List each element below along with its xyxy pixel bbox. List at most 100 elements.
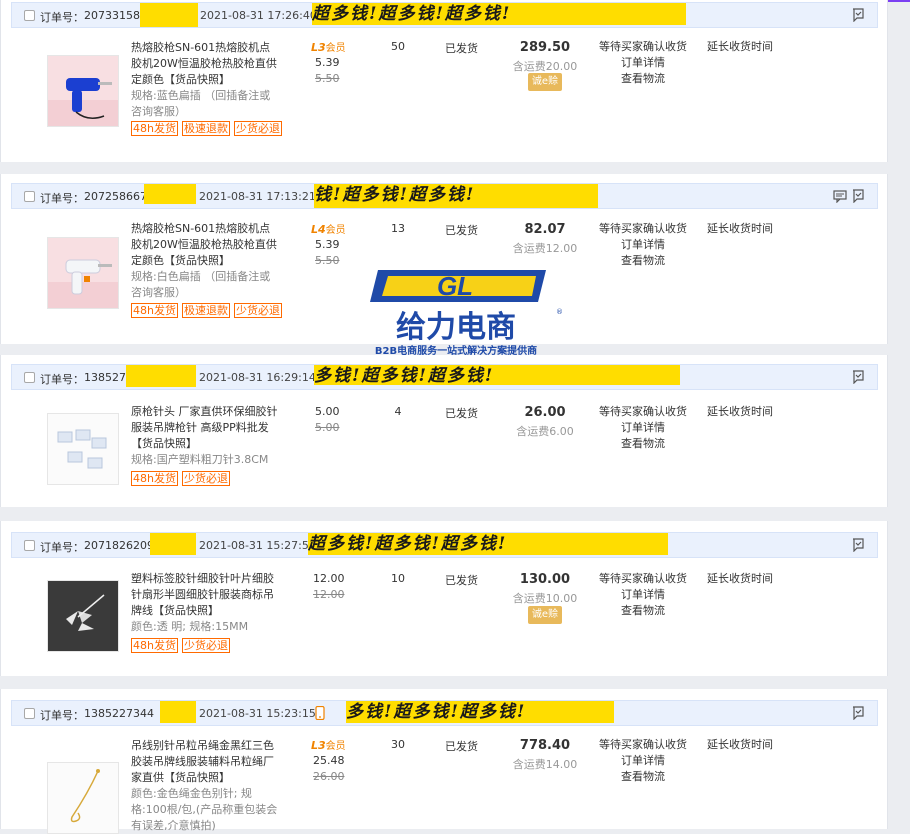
member-tier-badge: L4会员 (311, 223, 346, 236)
shipping-status: 已发货 (445, 740, 478, 753)
extend-receipt-link[interactable]: 延长收货时间 (707, 571, 773, 587)
order-total: 289.50 (519, 40, 571, 55)
tag-needle-image (48, 414, 118, 484)
order-number-label: 订单号： (40, 192, 84, 205)
snapshot-link[interactable]: 【货品快照】 (164, 254, 230, 267)
order-checkbox[interactable] (24, 10, 35, 21)
product-spec: 规格:国产塑料粗刀针3.8CM (131, 453, 269, 466)
shipping-fee: 含运费20.00 (512, 60, 578, 73)
view-logistics-link[interactable]: 查看物流 (599, 769, 687, 785)
member-tier-badge: L3会员 (311, 41, 346, 54)
watermark-overlay: 多钱!超多钱!超多钱! (314, 365, 680, 385)
service-tags: 48h发货 少货必退 (131, 638, 230, 653)
order-time: 2021-08-31 16:29:14 (199, 371, 316, 384)
brand-watermark: GL 给力电商 ® B2B电商服务一站式解决方案提供商 (360, 262, 570, 362)
order-actions: 等待买家确认收货 订单详情 查看物流 (599, 737, 687, 785)
original-price: 12.00 (313, 588, 345, 601)
original-price: 5.50 (315, 254, 340, 267)
mobile-order-icon (315, 706, 325, 720)
glue-gun-image (48, 238, 118, 308)
product-thumbnail[interactable] (47, 580, 119, 652)
view-logistics-link[interactable]: 查看物流 (599, 253, 687, 269)
order-checkbox[interactable] (24, 708, 35, 719)
order-detail-link[interactable]: 订单详情 (599, 753, 687, 769)
product-title[interactable]: 热熔胶枪SN-601热熔胶机点胶机20W恒温胶枪热胶枪直供定颜色【货品快照】 规… (131, 40, 279, 120)
tag-shortage-refund: 少货必退 (181, 471, 230, 486)
order-number: 1385227344 (84, 707, 154, 720)
remark-flag-icon[interactable] (851, 8, 865, 22)
shipping-status: 已发货 (445, 574, 478, 587)
gl-logo-mark: GL 给力电商 ® B2B电商服务一站式解决方案提供商 (370, 270, 563, 357)
shipping-status: 已发货 (445, 407, 478, 420)
redaction-mask (126, 365, 196, 387)
product-thumbnail[interactable] (47, 762, 119, 834)
order-checkbox[interactable] (24, 540, 35, 551)
order-detail-link[interactable]: 订单详情 (599, 420, 687, 436)
extend-receipt-link[interactable]: 延长收货时间 (707, 39, 773, 55)
order-actions: 等待买家确认收货 订单详情 查看物流 (599, 39, 687, 87)
order-detail-link[interactable]: 订单详情 (599, 55, 687, 71)
product-title[interactable]: 塑料标签胶针细胶针叶片细胶针扇形半圆细胶针服装商标吊牌线【货品快照】 颜色:透 … (131, 571, 279, 635)
unit-price: 25.48 (313, 754, 345, 767)
svg-text:®: ® (556, 308, 563, 316)
remark-flag-icon[interactable] (851, 706, 865, 720)
fan-pin-image (48, 581, 118, 651)
redaction-mask (150, 533, 196, 555)
product-spec: 规格:蓝色扁插 （回插备注或咨询客服） (131, 89, 271, 118)
remark-flag-icon[interactable] (851, 370, 865, 384)
product-thumbnail[interactable] (47, 413, 119, 485)
shipping-status: 已发货 (445, 224, 478, 237)
order-total: 130.00 (519, 572, 571, 587)
logo-letters: GL (437, 271, 473, 301)
snapshot-link[interactable]: 【货品快照】 (153, 604, 219, 617)
brand-tagline: B2B电商服务一站式解决方案提供商 (375, 344, 537, 357)
snapshot-link[interactable]: 【货品快照】 (164, 73, 230, 86)
tag-48h: 48h发货 (131, 638, 178, 653)
watermark-overlay: 超多钱!超多钱!超多钱! (312, 3, 686, 25)
member-tier-badge: L3会员 (311, 739, 346, 752)
tag-48h: 48h发货 (131, 121, 178, 136)
order-detail-link[interactable]: 订单详情 (599, 237, 687, 253)
order-detail-link[interactable]: 订单详情 (599, 587, 687, 603)
view-logistics-link[interactable]: 查看物流 (599, 71, 687, 87)
product-title[interactable]: 热熔胶枪SN-601热熔胶机点胶机20W恒温胶枪热胶枪直供定颜色【货品快照】 规… (131, 221, 279, 301)
original-price: 26.00 (313, 770, 345, 783)
product-thumbnail[interactable] (47, 237, 119, 309)
product-thumbnail[interactable] (47, 55, 119, 127)
extend-receipt-link[interactable]: 延长收货时间 (707, 221, 773, 237)
product-title[interactable]: 吊线别针吊粒吊绳金黑红三色胶装吊牌线服装辅料吊粒绳厂家直供【货品快照】 颜色:金… (131, 738, 279, 834)
glue-gun-image (48, 56, 118, 126)
redaction-mask (140, 3, 198, 27)
order-time: 2021-08-31 17:13:21 (199, 190, 316, 203)
snapshot-link[interactable]: 【货品快照】 (131, 437, 197, 450)
order-total: 778.40 (519, 738, 571, 753)
redaction-mask (144, 184, 196, 204)
snapshot-link[interactable]: 【货品快照】 (164, 771, 230, 784)
view-logistics-link[interactable]: 查看物流 (599, 603, 687, 619)
order-checkbox[interactable] (24, 372, 35, 383)
credit-badge: 诚e赊 (528, 73, 562, 91)
order-number-label: 订单号： (40, 373, 84, 386)
order-header: 订单号： 2072586674 2021-08-31 17:13:21 钱!超多… (11, 183, 878, 209)
product-title[interactable]: 原枪针头 厂家直供环保细胶针服装吊牌枪针 高级PP料批发【货品快照】 规格:国产… (131, 404, 279, 468)
product-spec: 规格:白色扁插 （回插备注或咨询客服） (131, 270, 271, 299)
awaiting-confirm-status: 等待买家确认收货 (599, 738, 687, 751)
order-number: 2071826209 (84, 539, 154, 552)
tag-shortage-refund: 少货必退 (233, 121, 282, 136)
product-spec: 颜色:透 明; 规格:15MM (131, 620, 249, 633)
tag-shortage-refund: 少货必退 (233, 303, 282, 318)
order-checkbox[interactable] (24, 191, 35, 202)
order-total: 26.00 (524, 405, 566, 420)
extend-receipt-link[interactable]: 延长收货时间 (707, 737, 773, 753)
order-header: 订单号： 1385274 2021-08-31 16:29:14 多钱!超多钱!… (11, 364, 878, 390)
tag-48h: 48h发货 (131, 303, 178, 318)
message-icon[interactable] (833, 189, 847, 203)
remark-flag-icon[interactable] (851, 189, 865, 203)
tag-fast-refund: 极速退款 (181, 303, 230, 318)
remark-flag-icon[interactable] (851, 538, 865, 552)
brand-name: 给力电商 (396, 310, 516, 345)
order-time: 2021-08-31 15:27:56 (199, 539, 316, 552)
service-tags: 48h发货 极速退款 少货必退 (131, 303, 282, 318)
view-logistics-link[interactable]: 查看物流 (599, 436, 687, 452)
extend-receipt-link[interactable]: 延长收货时间 (707, 404, 773, 420)
